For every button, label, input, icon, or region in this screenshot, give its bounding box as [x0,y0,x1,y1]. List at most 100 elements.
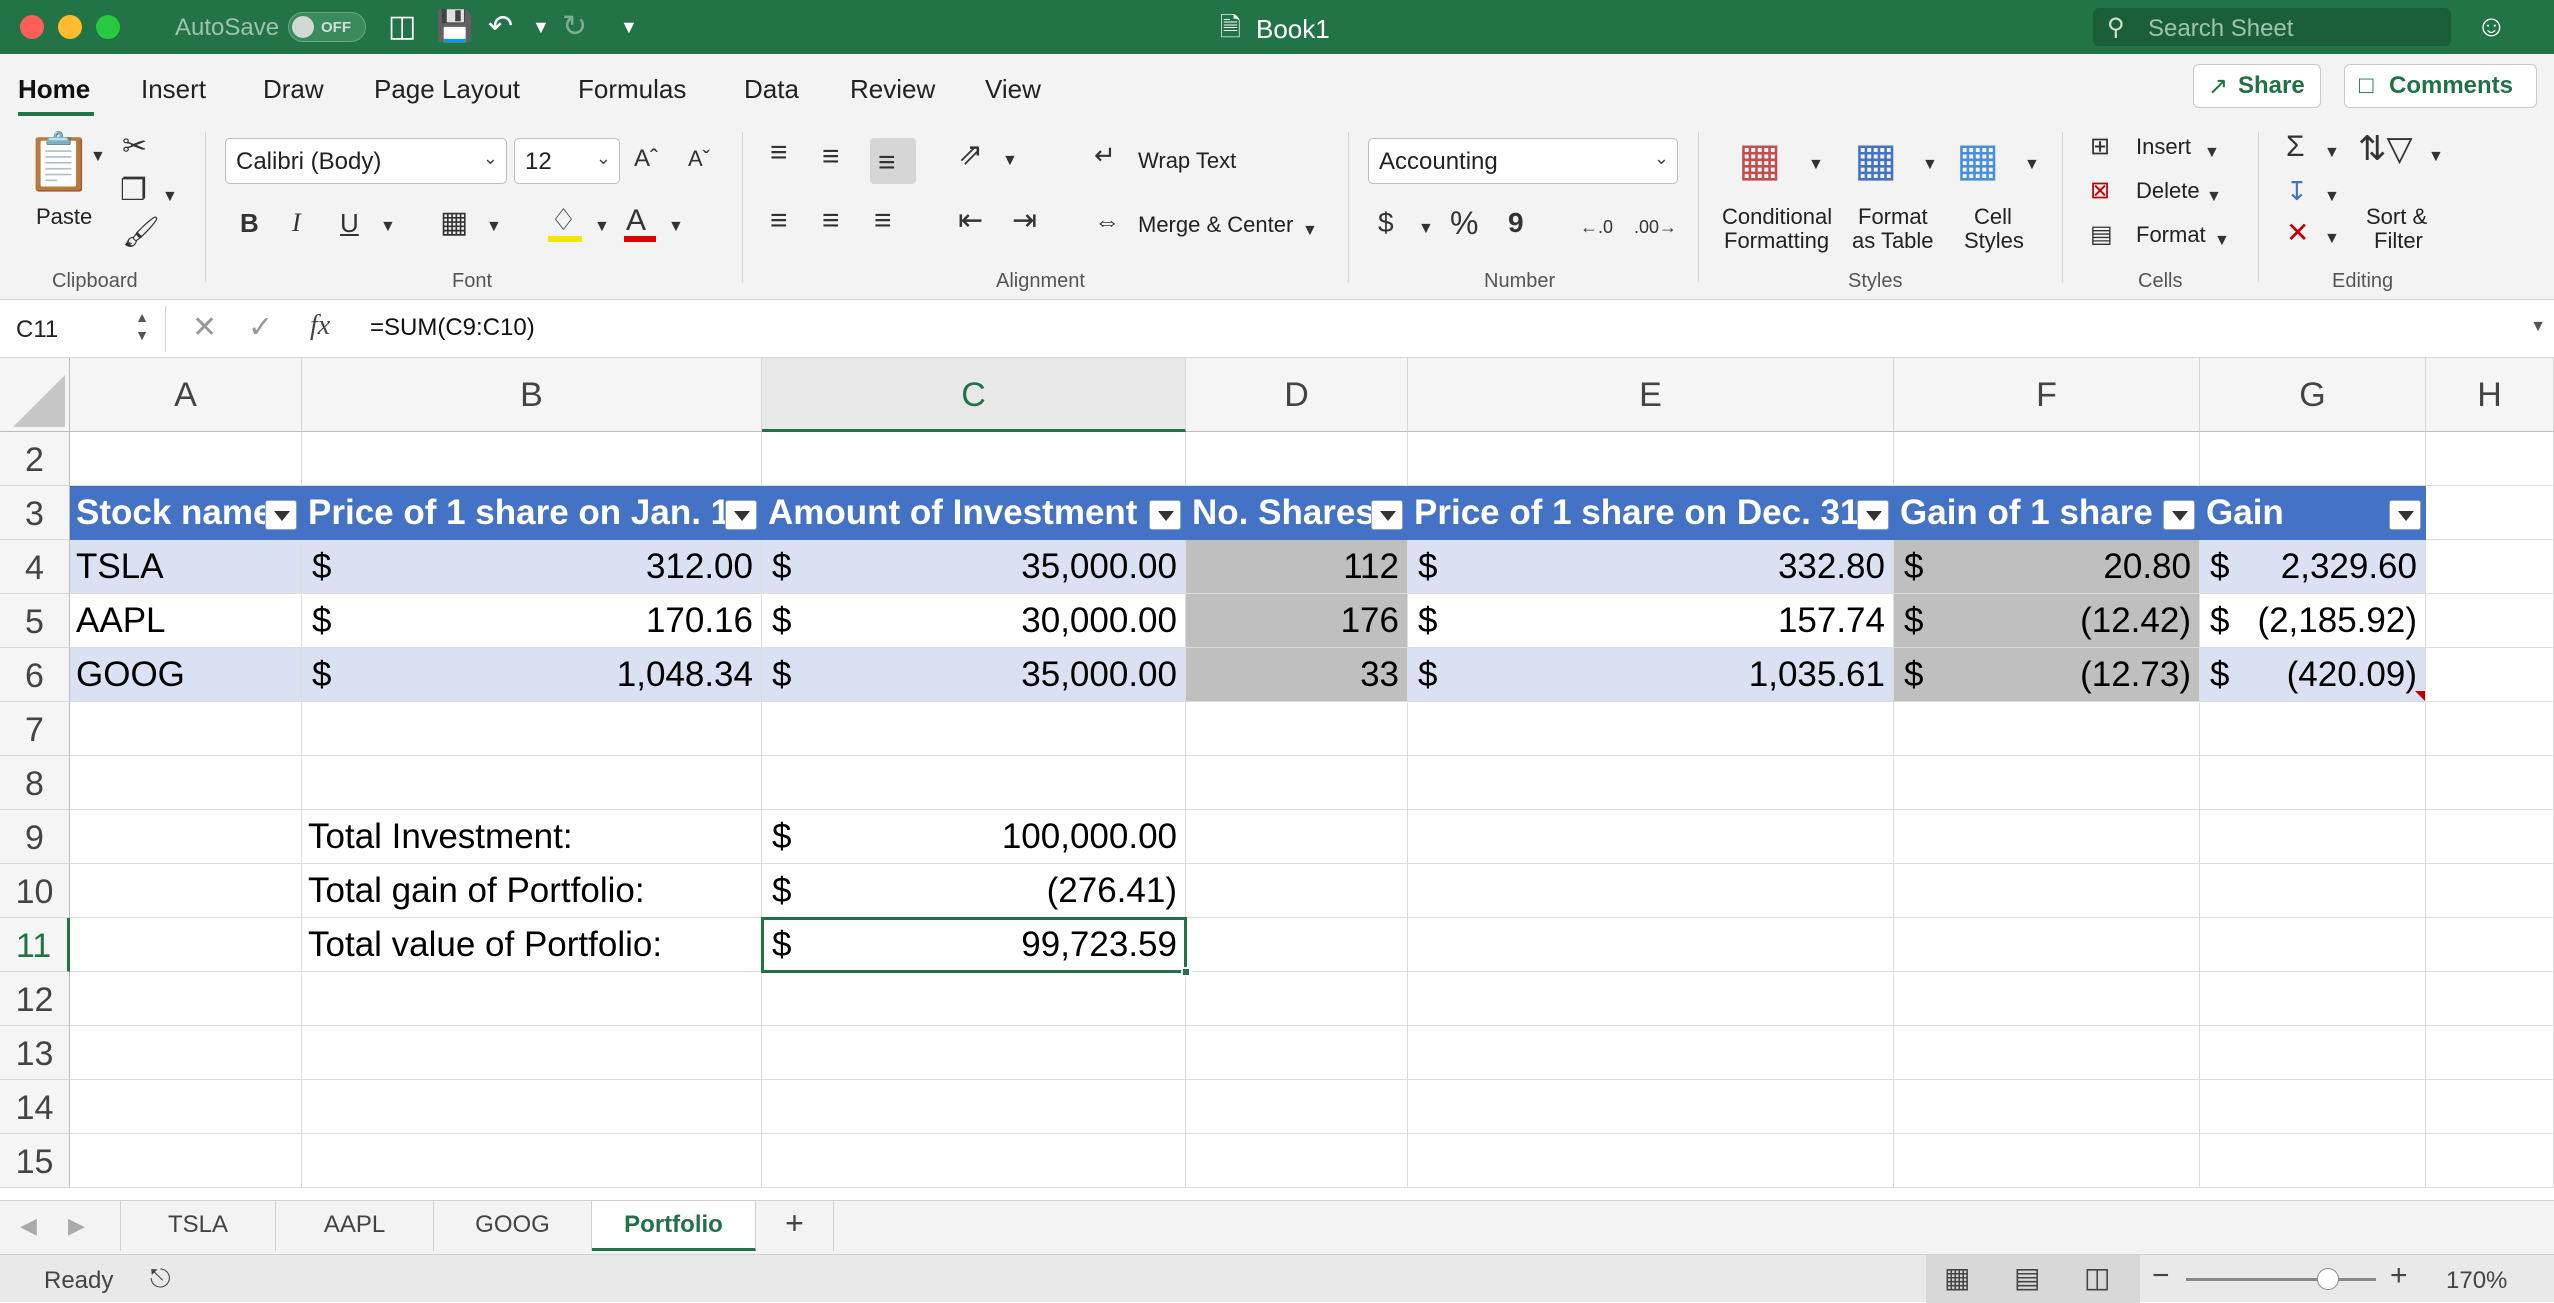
search-sheet-box[interactable]: ⚲ Search Sheet [2093,8,2451,46]
close-window-button[interactable] [20,15,44,39]
cell-f4[interactable]: $20.80 [1894,540,2200,594]
sort-filter-label-2[interactable]: Filter [2374,228,2423,254]
column-header-h[interactable]: H [2426,358,2554,432]
cell-g8[interactable] [2200,756,2426,810]
font-size-select[interactable]: 12 ⌄ [514,138,620,184]
decrease-decimal-icon[interactable]: .00→ [1634,210,1677,244]
sort-filter-label-1[interactable]: Sort & [2366,204,2427,230]
cell-b7[interactable] [302,702,762,756]
cell-b4[interactable]: $312.00 [302,540,762,594]
row-header-14[interactable]: 14 [0,1080,70,1134]
cell-e5[interactable]: $157.74 [1408,594,1894,648]
row-header-7[interactable]: 7 [0,702,70,756]
cell-a3[interactable]: Stock name [70,486,302,540]
format-painter-icon[interactable]: 🖌 [122,216,160,250]
cell-d12[interactable] [1186,972,1408,1026]
cell-f5[interactable]: $ (12.42) [1894,594,2200,648]
cell-f8[interactable] [1894,756,2200,810]
cut-icon[interactable]: ✂ [122,130,147,164]
cell-h7[interactable] [2426,702,2554,756]
conditional-dropdown-icon[interactable]: ▼ [1808,148,1824,182]
cell-e9[interactable] [1408,810,1894,864]
row-header-6[interactable]: 6 [0,648,70,702]
customize-toolbar-icon[interactable]: ▼ [620,10,638,44]
cell-c14[interactable] [762,1080,1186,1134]
zoom-window-button[interactable] [96,15,120,39]
clear-dropdown-icon[interactable]: ▼ [2324,222,2340,256]
row-header-9[interactable]: 9 [0,810,70,864]
cell-h2[interactable] [2426,432,2554,486]
increase-decimal-icon[interactable]: ←.0 [1580,210,1613,244]
sheet-tab-portfolio[interactable]: Portfolio [592,1201,756,1251]
paste-dropdown-icon[interactable]: ▼ [90,140,106,174]
row-header-8[interactable]: 8 [0,756,70,810]
name-box[interactable]: C11 ▲ ▼ [0,306,166,352]
borders-dropdown-icon[interactable]: ▼ [486,210,502,244]
cell-h3[interactable] [2426,486,2554,540]
orientation-icon[interactable]: ⇗ [958,138,983,172]
sheet-tab-goog[interactable]: GOOG [434,1201,592,1251]
cell-g10[interactable] [2200,864,2426,918]
cell-b2[interactable] [302,432,762,486]
cell-b8[interactable] [302,756,762,810]
page-layout-view-icon[interactable]: ▤ [2014,1261,2040,1294]
cell-e7[interactable] [1408,702,1894,756]
row-header-4[interactable]: 4 [0,540,70,594]
cell-a10[interactable] [70,864,302,918]
cell-a13[interactable] [70,1026,302,1080]
row-header-11[interactable]: 11 [0,918,70,972]
cell-c4[interactable]: $35,000.00 [762,540,1186,594]
cell-e4[interactable]: $332.80 [1408,540,1894,594]
normal-view-icon[interactable]: ▦ [1944,1261,1970,1294]
cell-c10[interactable]: $ (276.41) [762,864,1186,918]
cell-f10[interactable] [1894,864,2200,918]
cell-b5[interactable]: $170.16 [302,594,762,648]
row-header-5[interactable]: 5 [0,594,70,648]
add-sheet-button[interactable]: + [756,1201,834,1251]
column-header-e[interactable]: E [1408,358,1894,432]
cell-d6[interactable]: 33 [1186,648,1408,702]
align-bottom-button[interactable]: ≡ [870,138,916,184]
cell-c13[interactable] [762,1026,1186,1080]
zoom-out-icon[interactable]: − [2152,1259,2170,1293]
cell-f2[interactable] [1894,432,2200,486]
cell-c9[interactable]: $100,000.00 [762,810,1186,864]
currency-format-button[interactable]: $ [1378,206,1394,240]
cell-e12[interactable] [1408,972,1894,1026]
font-color-icon[interactable]: A [626,204,646,238]
align-center-icon[interactable]: ≡ [822,204,840,238]
delete-cells-label[interactable]: Delete [2136,178,2200,204]
delete-dropdown-icon[interactable]: ▼ [2206,180,2222,214]
format-table-dropdown-icon[interactable]: ▼ [1922,148,1938,182]
filter-dropdown-button[interactable] [725,500,757,530]
clear-icon[interactable]: ✕ [2286,216,2309,250]
italic-button[interactable]: I [292,206,301,240]
page-break-view-icon[interactable]: ◫ [2084,1261,2110,1294]
bold-button[interactable]: B [240,206,259,240]
cell-a2[interactable] [70,432,302,486]
scroll-tabs-left-icon[interactable]: ◀ [20,1213,37,1239]
confirm-entry-icon[interactable]: ✓ [248,310,273,345]
format-as-table-icon[interactable]: ▦ [1854,132,1897,186]
sort-dropdown-icon[interactable]: ▼ [2428,140,2444,174]
wrap-text-icon[interactable]: ↵ [1094,138,1116,172]
underline-dropdown-icon[interactable]: ▼ [380,210,396,244]
cell-h5[interactable] [2426,594,2554,648]
insert-dropdown-icon[interactable]: ▼ [2204,136,2220,170]
cell-b3[interactable]: Price of 1 share on Jan. 1 [302,486,762,540]
cell-a15[interactable] [70,1134,302,1188]
cell-h6[interactable] [2426,648,2554,702]
cell-b11[interactable]: Total value of Portfolio: [302,918,762,972]
scroll-tabs-right-icon[interactable]: ▶ [68,1213,85,1239]
cell-g2[interactable] [2200,432,2426,486]
fill-color-icon[interactable]: ♢ [550,204,577,238]
cell-c6[interactable]: $35,000.00 [762,648,1186,702]
cell-d4[interactable]: 112 [1186,540,1408,594]
cell-e15[interactable] [1408,1134,1894,1188]
cell-e8[interactable] [1408,756,1894,810]
macro-record-icon[interactable]: ⎋ [150,1263,171,1295]
cell-d14[interactable] [1186,1080,1408,1134]
share-button[interactable]: ↗ Share [2193,64,2321,108]
copy-icon[interactable]: ❐ [120,174,147,208]
cell-d3[interactable]: No. Shares [1186,486,1408,540]
